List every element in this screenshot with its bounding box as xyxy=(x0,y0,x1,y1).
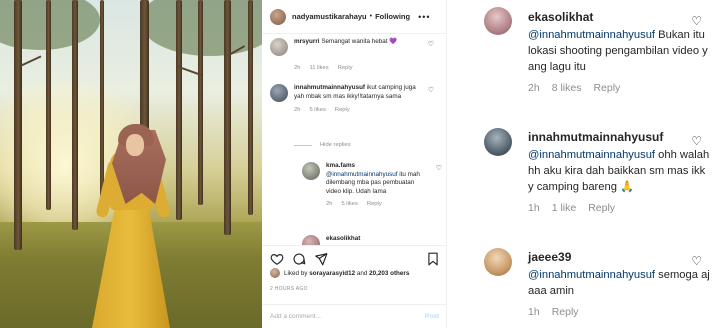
comment-text: @innahmutmainnahyusuf semoga ajaaa amin xyxy=(528,267,710,299)
comment-meta: 2h 5 likes Reply xyxy=(326,201,442,207)
comment-mention[interactable]: @innahmutmainnahyusuf xyxy=(528,149,655,161)
commenter-avatar[interactable] xyxy=(484,7,512,35)
liker-username[interactable]: sorayarasyid12 xyxy=(309,270,355,277)
comment-mention[interactable]: @innahmutmainnahyusuf xyxy=(326,171,398,178)
comment-item: innahmutmainnahyusuf ikut camping juga y… xyxy=(270,84,442,113)
like-heart-icon[interactable]: ♡ xyxy=(428,40,434,48)
liker-avatar[interactable] xyxy=(270,268,280,278)
bookmark-icon[interactable] xyxy=(426,252,440,266)
comment-mention[interactable]: @innahmutmainnahyusuf xyxy=(528,29,655,41)
tree-trunk xyxy=(140,0,149,140)
comment-likes[interactable]: 11 likes xyxy=(309,65,328,71)
commenter-username[interactable]: kma.fams xyxy=(326,162,355,169)
author-avatar[interactable] xyxy=(270,8,286,25)
tree-branch xyxy=(20,55,42,67)
comment-text: innahmutmainnahyusuf ikut camping juga y… xyxy=(294,84,420,102)
comment-time: 1h xyxy=(528,202,540,214)
tree-trunk xyxy=(14,0,22,250)
comment-meta: 2h 11 likes Reply xyxy=(294,65,442,71)
liked-by-prefix: Liked by xyxy=(284,269,308,277)
likes-count[interactable]: 20,203 others xyxy=(369,270,409,277)
more-options-icon[interactable]: ••• xyxy=(418,12,430,22)
comment-time: 2h xyxy=(528,82,540,94)
reply-button[interactable]: Reply xyxy=(335,107,350,113)
post-comment-button[interactable]: Post xyxy=(425,313,439,320)
commenter-username[interactable]: ekasolikhat xyxy=(326,235,360,242)
hide-replies-button[interactable]: Hide replies xyxy=(294,142,351,148)
zoomed-comments: ekasolikhat @innahmutmainnahyusuf Bukan … xyxy=(447,0,720,328)
post-photo[interactable] xyxy=(0,0,262,328)
add-comment-bar: Add a comment... Post xyxy=(262,304,447,328)
reply-button[interactable]: Reply xyxy=(367,201,382,207)
comment-input[interactable]: Add a comment... xyxy=(270,313,425,320)
post-header: nadyamustikarahayu • Following ••• xyxy=(262,0,447,34)
comment-text: kma.fams @innahmutmainnahyusuf itu mah d… xyxy=(326,162,424,196)
tree-trunk xyxy=(72,0,78,230)
reply-button[interactable]: Reply xyxy=(552,306,579,318)
commenter-username[interactable]: innahmutmainnahyusuf xyxy=(294,84,365,91)
reply-button[interactable]: Reply xyxy=(593,82,620,94)
author-username[interactable]: nadyamustikarahayu xyxy=(292,12,367,21)
action-bar xyxy=(262,245,447,267)
reply-button[interactable]: Reply xyxy=(338,65,353,71)
comment-icon[interactable] xyxy=(292,252,306,266)
tree-trunk xyxy=(176,0,182,220)
tree-trunk xyxy=(198,0,203,205)
like-heart-icon[interactable]: ♡ xyxy=(436,164,442,172)
hide-replies-label[interactable]: Hide replies xyxy=(320,142,351,148)
post-timestamp[interactable]: 2 HOURS AGO xyxy=(270,286,308,292)
comment-likes[interactable]: 8 likes xyxy=(552,82,582,94)
replies-divider xyxy=(294,144,312,146)
like-heart-icon[interactable]: ♡ xyxy=(691,14,702,28)
comment-meta: 1h Reply xyxy=(528,306,720,318)
following-button[interactable]: Following xyxy=(375,12,410,21)
tree-trunk xyxy=(100,0,104,200)
commenter-avatar[interactable] xyxy=(484,248,512,276)
comment-likes[interactable]: 5 likes xyxy=(341,201,357,207)
comment-meta: 1h 1 like Reply xyxy=(528,202,720,214)
commenter-avatar[interactable] xyxy=(302,235,320,245)
commenter-avatar[interactable] xyxy=(270,38,288,56)
tree-trunk xyxy=(224,0,231,235)
comment-text: mrsyurri Semangat wanita hebat 💜 xyxy=(294,38,420,56)
comment-likes[interactable]: 1 like xyxy=(552,202,577,214)
tree-trunk xyxy=(248,0,253,215)
comment-text: @innahmutmainnahyusuf ohh walahhh aku ki… xyxy=(528,147,710,195)
comment-text: @innahmutmainnahyusuf Bukan itu lokasi s… xyxy=(528,27,710,75)
comment-time: 2h xyxy=(294,65,301,71)
post-panel: nadyamustikarahayu • Following ••• mrsyu… xyxy=(262,0,447,328)
comment-body: Semangat wanita hebat 💜 xyxy=(321,38,398,45)
comment-time: 1h xyxy=(528,306,540,318)
liked-by-and: and xyxy=(356,269,368,277)
comment-time: 2h xyxy=(294,107,301,113)
reply-item: kma.fams @innahmutmainnahyusuf itu mah d… xyxy=(302,162,442,207)
liked-by: Liked by sorayarasyid12 and 20,203 other… xyxy=(270,268,409,278)
reply-item: ekasolikhat xyxy=(302,235,442,245)
comment-item: mrsyurri Semangat wanita hebat 💜 2h 11 l… xyxy=(270,38,442,71)
commenter-avatar[interactable] xyxy=(270,84,288,102)
heart-icon[interactable] xyxy=(270,252,284,266)
person-face xyxy=(126,134,144,156)
comment-time: 2h xyxy=(326,201,333,207)
comment-meta: 2h 5 likes Reply xyxy=(294,107,442,113)
commenter-avatar[interactable] xyxy=(484,128,512,156)
comment-text: ekasolikhat xyxy=(326,235,442,245)
share-icon[interactable] xyxy=(314,252,328,266)
like-heart-icon[interactable]: ♡ xyxy=(691,254,702,268)
like-heart-icon[interactable]: ♡ xyxy=(691,134,702,148)
tree-trunk xyxy=(46,0,51,210)
comment-mention[interactable]: @innahmutmainnahyusuf xyxy=(528,269,655,281)
commenter-avatar[interactable] xyxy=(302,162,320,180)
header-separator: • xyxy=(369,13,373,20)
reply-button[interactable]: Reply xyxy=(588,202,615,214)
comment-likes[interactable]: 5 likes xyxy=(309,107,325,113)
comment-meta: 2h 8 likes Reply xyxy=(528,82,720,94)
like-heart-icon[interactable]: ♡ xyxy=(428,86,434,94)
commenter-username[interactable]: mrsyurri xyxy=(294,38,320,45)
